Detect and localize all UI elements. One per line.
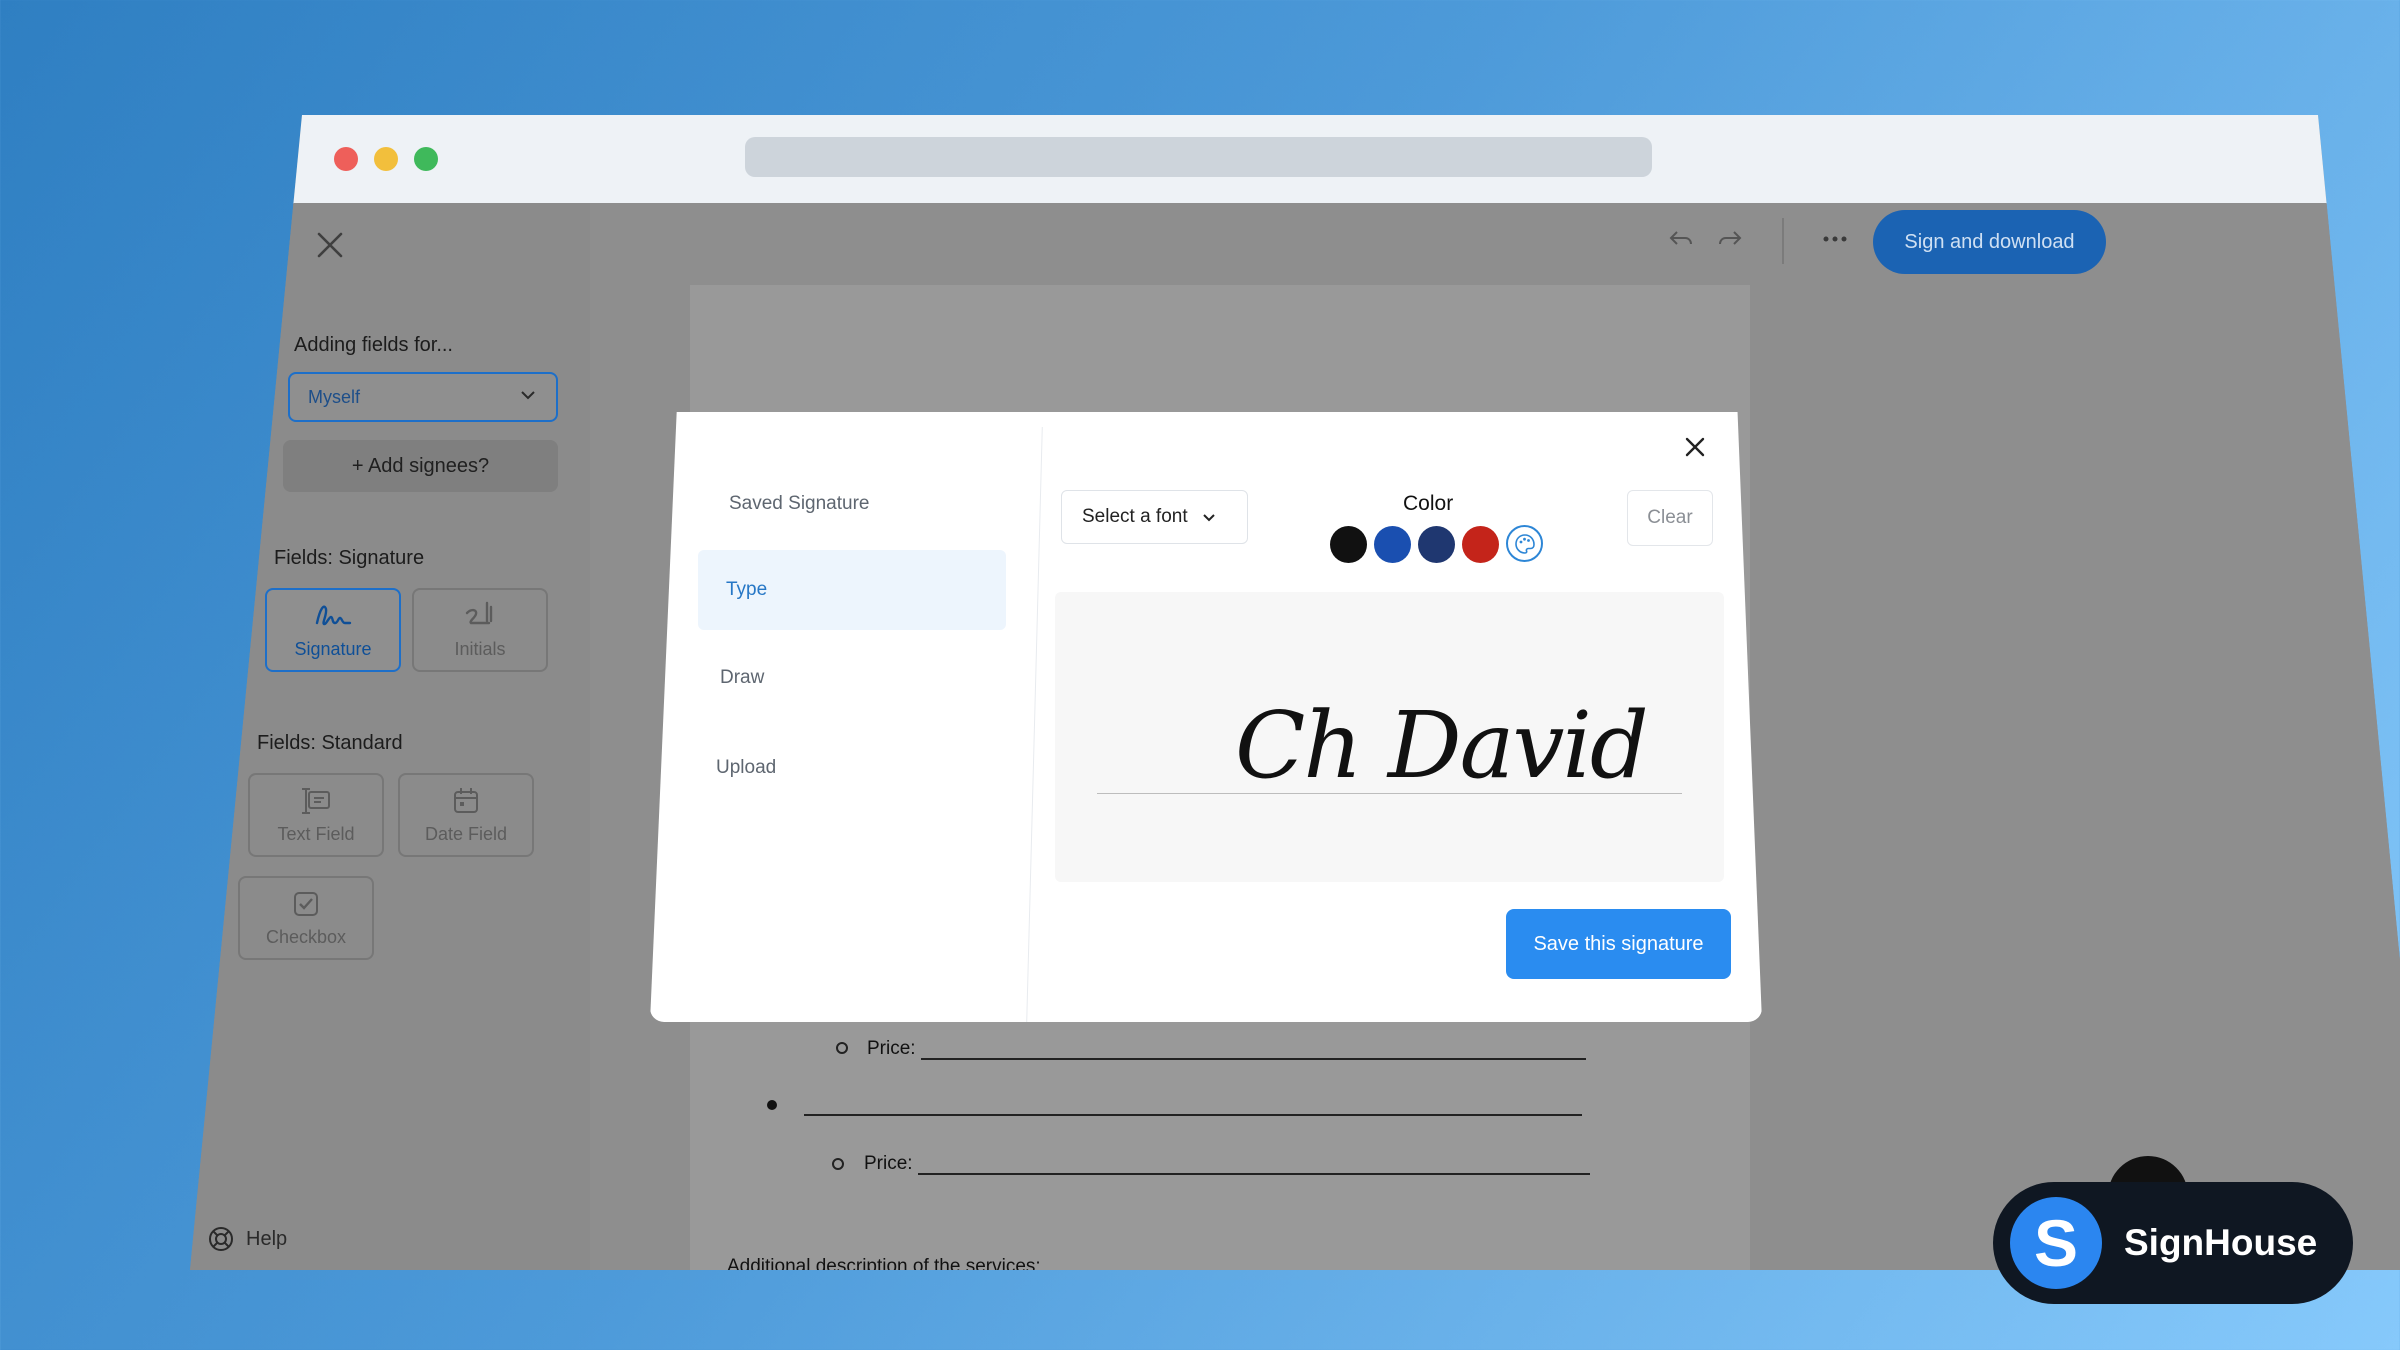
date-field-label: Date Field bbox=[424, 824, 508, 844]
signature-icon bbox=[315, 605, 352, 626]
help-lifebuoy-icon bbox=[209, 1227, 233, 1251]
text-field-tile[interactable]: Text Field bbox=[248, 773, 384, 857]
font-select-label: Select a font bbox=[1082, 506, 1188, 527]
date-field-tile[interactable]: Date Field bbox=[398, 773, 534, 857]
brand-logo: S bbox=[2010, 1197, 2102, 1289]
window-close-dot[interactable] bbox=[334, 147, 358, 171]
initials-icon bbox=[465, 601, 493, 625]
close-editor-icon[interactable] bbox=[316, 228, 344, 266]
toolbar-divider bbox=[1782, 218, 1784, 264]
redo-icon[interactable] bbox=[1717, 226, 1743, 257]
chevron-down-icon bbox=[518, 385, 538, 410]
modal-divider bbox=[1026, 427, 1043, 1022]
signature-field-tile[interactable]: Signature bbox=[265, 588, 401, 672]
checkbox-icon bbox=[294, 892, 318, 916]
browser-chrome bbox=[190, 115, 2400, 204]
checkbox-field-label: Checkbox bbox=[265, 927, 347, 947]
color-swatch-black[interactable] bbox=[1330, 526, 1367, 563]
price-label: Price: bbox=[864, 1153, 913, 1174]
color-label: Color bbox=[1403, 492, 1454, 515]
tab-draw[interactable]: Draw bbox=[720, 667, 764, 689]
custom-color-palette-button[interactable] bbox=[1506, 525, 1543, 562]
help-link[interactable]: Help bbox=[208, 1226, 287, 1252]
list-bullet bbox=[832, 1158, 844, 1170]
signature-modal: Saved Signature Type Draw Upload Select … bbox=[650, 412, 1762, 1022]
color-swatch-blue[interactable] bbox=[1374, 526, 1411, 563]
tab-type[interactable]: Type bbox=[698, 550, 1006, 630]
price-blank-line bbox=[921, 1058, 1586, 1060]
list-bullet bbox=[767, 1100, 777, 1110]
signature-fields-title: Fields: Signature bbox=[274, 547, 425, 569]
typed-signature: Ch David bbox=[1235, 692, 1649, 799]
price-blank-line bbox=[918, 1173, 1590, 1175]
service-blank-line bbox=[804, 1114, 1582, 1116]
window-minimize-dot[interactable] bbox=[374, 147, 398, 171]
signature-field-label: Signature bbox=[294, 639, 372, 659]
adding-fields-label: Adding fields for... bbox=[294, 334, 453, 356]
undo-icon[interactable] bbox=[1668, 226, 1694, 257]
calendar-icon bbox=[454, 788, 478, 813]
brand-name: SignHouse bbox=[2124, 1222, 2318, 1263]
chevron-down-icon bbox=[1202, 514, 1215, 522]
clear-button[interactable]: Clear bbox=[1627, 490, 1713, 546]
signature-baseline bbox=[1097, 793, 1682, 794]
text-field-label: Text Field bbox=[277, 824, 355, 844]
text-field-icon bbox=[302, 788, 330, 814]
list-bullet bbox=[836, 1042, 848, 1054]
assignee-value: Myself bbox=[308, 386, 361, 407]
price-label: Price: bbox=[867, 1038, 916, 1059]
signature-preview-area[interactable]: Ch David bbox=[1055, 592, 1724, 882]
help-label: Help bbox=[246, 1227, 288, 1250]
checkbox-field-tile[interactable]: Checkbox bbox=[238, 876, 374, 960]
additional-description-label: Additional description of the services: bbox=[727, 1256, 1041, 1270]
font-select[interactable]: Select a font bbox=[1061, 490, 1248, 544]
save-signature-button[interactable]: Save this signature bbox=[1506, 909, 1731, 979]
more-icon[interactable] bbox=[1820, 226, 1850, 257]
initials-field-tile[interactable]: Initials bbox=[412, 588, 548, 672]
standard-fields-title: Fields: Standard bbox=[257, 732, 403, 754]
tab-saved-signature[interactable]: Saved Signature bbox=[729, 493, 870, 515]
brand-badge: S SignHouse bbox=[1993, 1182, 2353, 1304]
color-swatch-red[interactable] bbox=[1462, 526, 1499, 563]
palette-icon bbox=[1514, 533, 1535, 554]
tab-upload[interactable]: Upload bbox=[716, 757, 776, 779]
initials-field-label: Initials bbox=[454, 639, 506, 659]
window-maximize-dot[interactable] bbox=[414, 147, 438, 171]
sign-and-download-button[interactable]: Sign and download bbox=[1873, 210, 2106, 274]
add-signees-button[interactable]: + Add signees? bbox=[283, 440, 558, 492]
close-modal-icon[interactable] bbox=[1684, 434, 1706, 464]
address-bar[interactable] bbox=[745, 137, 1652, 177]
color-swatch-navy[interactable] bbox=[1418, 526, 1455, 563]
assignee-select[interactable]: Myself bbox=[288, 372, 558, 422]
